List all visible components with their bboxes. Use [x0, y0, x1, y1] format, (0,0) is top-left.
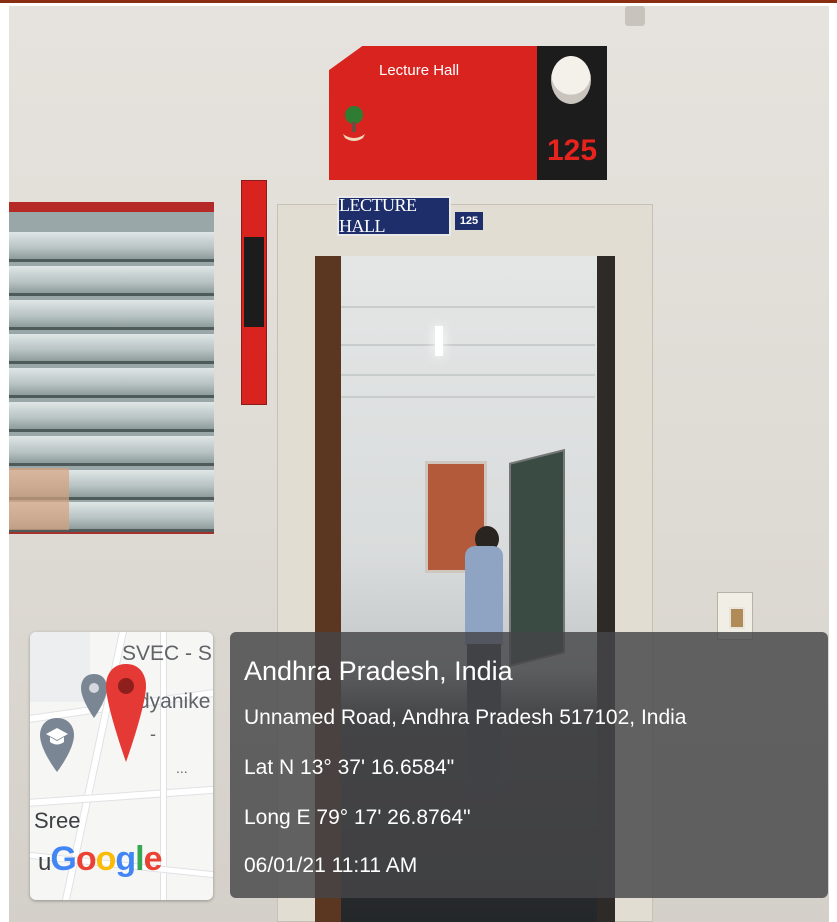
photo-frame: Lecture Hall 125 LECTURE HALL 125 SVEC -… — [0, 0, 837, 922]
switch-toggle — [729, 607, 745, 629]
timestamp-line: 06/01/21 11:11 AM — [244, 854, 418, 877]
google-logo-letter: o — [95, 840, 117, 878]
map-partial-label: u — [38, 849, 51, 876]
ceiling-beam — [335, 306, 595, 308]
portrait-image — [551, 56, 591, 104]
louver-slat — [9, 300, 214, 330]
google-logo-text: Google — [50, 840, 163, 878]
map-place-label: Sree — [34, 808, 81, 833]
top-border — [0, 0, 837, 3]
ceiling-light — [435, 326, 443, 356]
map-thumbnail[interactable]: SVEC - Si dyanike - ... Sree uGoogle — [30, 632, 213, 900]
google-logo-letter: g — [115, 840, 136, 878]
geotag-info-card: Andhra Pradesh, India Unnamed Road, Andh… — [230, 632, 828, 898]
cctv-camera — [625, 6, 645, 26]
louver-slat — [9, 232, 214, 262]
map-place-label: - — [150, 724, 156, 744]
person-body — [465, 546, 503, 646]
door-number-plate: 125 — [455, 212, 483, 230]
louver-slat — [9, 368, 214, 398]
louver-window — [9, 202, 214, 534]
vertical-sign-panel — [244, 237, 264, 327]
louver-slat — [9, 402, 214, 432]
window-outside-view — [9, 468, 69, 530]
address-line: Unnamed Road, Andhra Pradesh 517102, Ind… — [244, 706, 687, 729]
ceiling-beam — [335, 374, 595, 376]
latitude-line: Lat N 13° 37' 16.6584" — [244, 756, 455, 779]
louver-slat — [9, 334, 214, 364]
google-logo-letter: l — [135, 840, 145, 878]
tree-in-hand-icon — [343, 106, 365, 141]
longitude-line: Long E 79° 17' 26.8764" — [244, 806, 471, 829]
google-logo: uGoogle — [38, 840, 163, 879]
map-pin-icon — [106, 664, 146, 762]
sign-room-number: 125 — [547, 134, 598, 167]
lecture-hall-sign: Lecture Hall 125 — [329, 46, 607, 180]
door-name-plate: LECTURE HALL — [337, 195, 451, 236]
sign-title: Lecture Hall — [379, 62, 460, 79]
sign-portrait-panel: 125 — [537, 46, 607, 180]
location-title: Andhra Pradesh, India — [244, 656, 513, 686]
vertical-sign — [241, 180, 267, 405]
ceiling-beam — [335, 396, 595, 398]
map-place-label: dyanike — [138, 690, 211, 713]
school-pin-icon — [40, 718, 74, 772]
ceiling-beam — [335, 344, 595, 346]
louver-slat — [9, 266, 214, 296]
map-place-label: ... — [176, 760, 188, 776]
google-logo-letter: e — [143, 840, 163, 878]
louver-slat — [9, 436, 214, 466]
google-logo-letter: G — [50, 840, 76, 878]
google-logo-letter: o — [75, 840, 97, 878]
map-road — [30, 784, 213, 808]
